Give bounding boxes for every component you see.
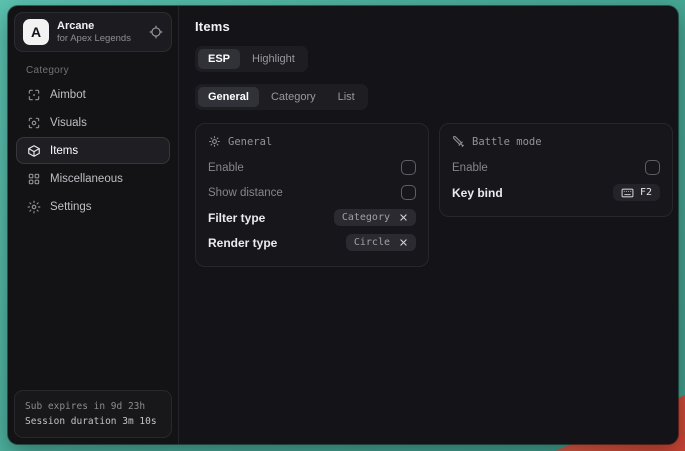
sidebar: A Arcane for Apex Legends Category xyxy=(8,6,179,444)
keybind-button[interactable]: F2 xyxy=(613,184,660,201)
panel-general: General Enable Show distance Filter type… xyxy=(195,123,429,267)
panel-title: Battle mode xyxy=(472,136,542,148)
view-tab-row: General Category List xyxy=(195,84,673,110)
keyboard-icon xyxy=(621,188,634,198)
setting-label: Enable xyxy=(452,162,488,174)
brand-subtitle: for Apex Legends xyxy=(57,33,131,44)
sidebar-item-aimbot[interactable]: Aimbot xyxy=(16,81,170,108)
setting-label: Render type xyxy=(208,236,277,250)
setting-row-key-bind: Key bind F2 xyxy=(452,180,660,205)
filter-type-select[interactable]: Category xyxy=(334,209,416,226)
setting-row-render-type: Render type Circle xyxy=(208,230,416,255)
panel-general-header: General xyxy=(208,135,416,148)
sidebar-item-label: Settings xyxy=(50,201,92,213)
sword-icon xyxy=(452,135,465,148)
setting-row-filter-type: Filter type Category xyxy=(208,205,416,230)
clear-icon[interactable] xyxy=(399,213,408,222)
app-window: A Arcane for Apex Legends Category xyxy=(8,6,678,444)
setting-label: Key bind xyxy=(452,186,503,200)
sidebar-item-settings[interactable]: Settings xyxy=(16,193,170,220)
sidebar-item-items[interactable]: Items xyxy=(16,137,170,164)
tab-esp[interactable]: ESP xyxy=(198,49,240,69)
sidebar-item-label: Visuals xyxy=(50,117,87,129)
sidebar-item-label: Items xyxy=(50,145,78,157)
sidebar-item-label: Miscellaneous xyxy=(50,173,123,185)
brand-logo: A xyxy=(23,19,49,45)
brand-name: Arcane xyxy=(57,20,131,32)
setting-label: Enable xyxy=(208,162,244,174)
session-duration-text: Session duration 3m 10s xyxy=(25,414,161,429)
gear-icon xyxy=(27,200,41,214)
mode-tab-group: ESP Highlight xyxy=(195,46,308,72)
setting-label: Filter type xyxy=(208,211,265,225)
setting-row-enable: Enable xyxy=(452,155,660,180)
page-title: Items xyxy=(195,19,673,34)
sidebar-section-label: Category xyxy=(26,65,160,76)
sidebar-spacer xyxy=(14,221,172,390)
tab-general[interactable]: General xyxy=(198,87,259,107)
setting-label: Show distance xyxy=(208,187,283,199)
render-type-select[interactable]: Circle xyxy=(346,234,416,251)
enable-checkbox[interactable] xyxy=(401,160,416,175)
clear-icon[interactable] xyxy=(399,238,408,247)
mode-tab-row: ESP Highlight xyxy=(195,46,673,72)
panels-container: General Enable Show distance Filter type… xyxy=(195,123,673,267)
main-content: Items ESP Highlight General Category Lis… xyxy=(179,6,678,444)
setting-row-show-distance: Show distance xyxy=(208,180,416,205)
tab-list[interactable]: List xyxy=(328,87,365,107)
session-card: Sub expires in 9d 23h Session duration 3… xyxy=(14,390,172,438)
keybind-value: F2 xyxy=(640,187,652,198)
crosshair-target-icon[interactable] xyxy=(149,25,163,39)
setting-row-enable: Enable xyxy=(208,155,416,180)
sub-expiry-text: Sub expires in 9d 23h xyxy=(25,399,161,414)
sun-icon xyxy=(208,135,221,148)
panel-battle-mode-header: Battle mode xyxy=(452,135,660,148)
brand-text: Arcane for Apex Legends xyxy=(57,20,131,44)
panel-title: General xyxy=(228,136,272,148)
panel-battle-mode: Battle mode Enable Key bind xyxy=(439,123,673,217)
cube-icon xyxy=(27,144,41,158)
sidebar-item-miscellaneous[interactable]: Miscellaneous xyxy=(16,165,170,192)
sidebar-nav: Aimbot Visuals Items xyxy=(14,81,172,221)
tab-highlight[interactable]: Highlight xyxy=(242,49,305,69)
sidebar-item-label: Aimbot xyxy=(50,89,86,101)
crosshair-icon xyxy=(27,88,41,102)
brand-card: A Arcane for Apex Legends xyxy=(14,12,172,52)
select-value: Circle xyxy=(354,237,390,248)
battle-enable-checkbox[interactable] xyxy=(645,160,660,175)
sidebar-item-visuals[interactable]: Visuals xyxy=(16,109,170,136)
show-distance-checkbox[interactable] xyxy=(401,185,416,200)
grid-icon xyxy=(27,172,41,186)
eye-scan-icon xyxy=(27,116,41,130)
tab-category[interactable]: Category xyxy=(261,87,326,107)
select-value: Category xyxy=(342,212,390,223)
view-tab-group: General Category List xyxy=(195,84,368,110)
